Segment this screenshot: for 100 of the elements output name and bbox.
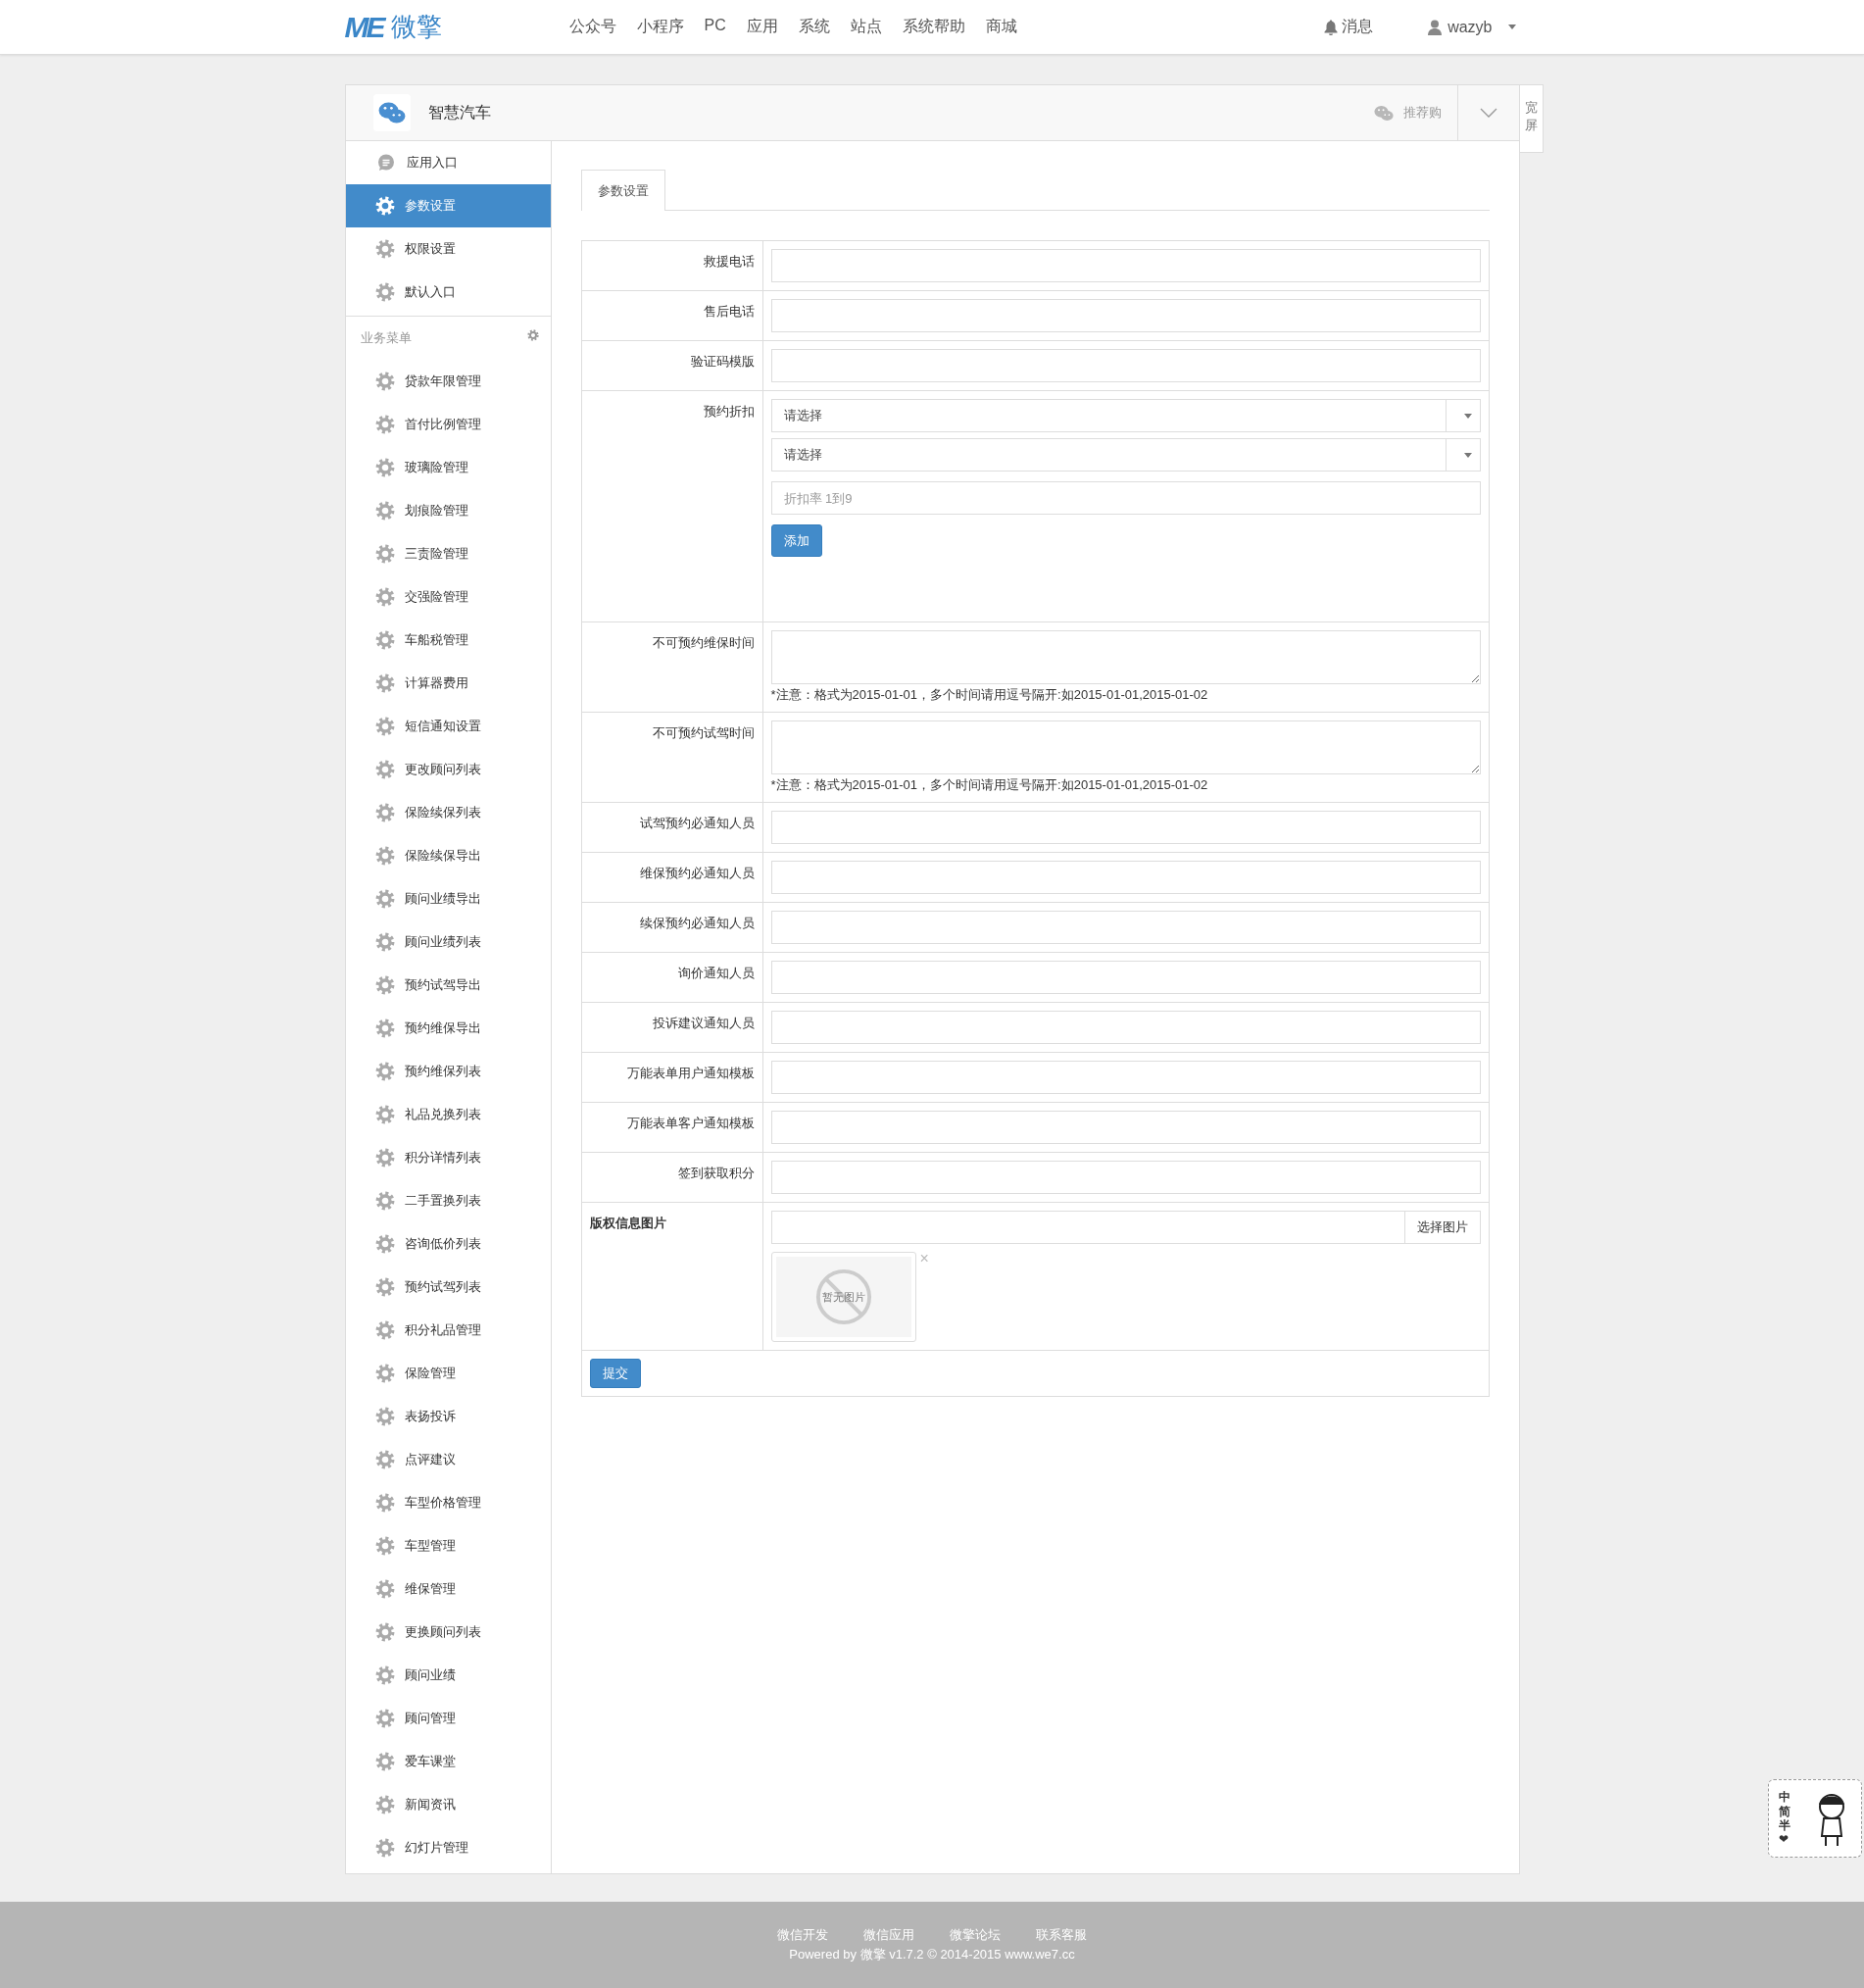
- field-label: 询价通知人员: [581, 953, 763, 1002]
- sidebar-item[interactable]: 权限设置: [345, 227, 551, 271]
- nav-link[interactable]: 小程序: [636, 17, 684, 37]
- caret-icon: [1463, 413, 1472, 419]
- sidebar-item[interactable]: 表扬投诉: [345, 1395, 551, 1438]
- nav-link[interactable]: 系统帮助: [902, 17, 965, 37]
- gear-icon: [374, 1752, 395, 1771]
- input-field[interactable]: [770, 249, 1481, 282]
- sidebar-item[interactable]: 新闻资讯: [345, 1783, 551, 1826]
- sidebar-item[interactable]: 幻灯片管理: [345, 1826, 551, 1869]
- chat-bubbles-icon: [1373, 104, 1394, 122]
- sidebar-item[interactable]: 贷款年限管理: [345, 360, 551, 403]
- input-field[interactable]: 折扣率 1到9: [770, 481, 1481, 515]
- sidebar-item[interactable]: 点评建议: [345, 1438, 551, 1481]
- sidebar-item[interactable]: 保险续保导出: [345, 834, 551, 877]
- gear-icon: [374, 1579, 395, 1599]
- hint-text: *注意：格式为2015-01-01，多个时间请用逗号隔开:如2015-01-01,2015-01-02: [770, 686, 1209, 704]
- text-area[interactable]: [770, 721, 1481, 774]
- sidebar-item[interactable]: 礼品兑换列表: [345, 1093, 551, 1136]
- sidebar-item[interactable]: 预约维保列表: [345, 1050, 551, 1093]
- sidebar-item[interactable]: 预约试驾导出: [345, 964, 551, 1007]
- input-field[interactable]: [770, 1161, 1481, 1194]
- sidebar-item[interactable]: 车型价格管理: [345, 1481, 551, 1524]
- sidebar-item[interactable]: 顾问业绩列表: [345, 920, 551, 964]
- sidebar-item[interactable]: 咨询低价列表: [345, 1222, 551, 1266]
- sidebar-item[interactable]: 二手置换列表: [345, 1179, 551, 1222]
- gear-icon: [374, 803, 395, 822]
- select-field[interactable]: 请选择: [770, 399, 1481, 432]
- select-field[interactable]: 请选择: [770, 438, 1481, 472]
- input-field[interactable]: [770, 861, 1481, 894]
- sidebar-item[interactable]: 应用入口: [345, 141, 551, 184]
- sidebar-item[interactable]: 划痕险管理: [345, 489, 551, 532]
- sidebar-item[interactable]: 保险管理: [345, 1352, 551, 1395]
- input-field[interactable]: [770, 961, 1481, 994]
- messages-link[interactable]: 消息: [1324, 17, 1374, 37]
- sidebar-item[interactable]: 默认入口: [345, 271, 551, 314]
- gear-icon: [374, 239, 395, 259]
- input-field[interactable]: [770, 1011, 1481, 1044]
- chat-icon: [376, 154, 395, 172]
- sidebar-item[interactable]: 首付比例管理: [345, 403, 551, 446]
- gear-icon: [374, 1838, 395, 1858]
- sidebar-item[interactable]: 车型管理: [345, 1524, 551, 1567]
- user-menu[interactable]: wazyb: [1428, 18, 1516, 36]
- logo[interactable]: ME 微擎: [344, 10, 442, 44]
- hint-text: *注意：格式为2015-01-01，多个时间请用逗号隔开:如2015-01-01,2015-01-02: [770, 776, 1209, 794]
- gear-icon: [374, 501, 395, 521]
- gear-icon: [374, 1795, 395, 1814]
- tab[interactable]: 参数设置: [580, 170, 665, 211]
- sidebar-item[interactable]: 交强险管理: [345, 575, 551, 619]
- no-image-icon: [814, 1268, 872, 1325]
- sidebar-item[interactable]: 顾问业绩导出: [345, 877, 551, 920]
- nav-link[interactable]: PC: [704, 17, 726, 37]
- gear-icon: [374, 673, 395, 693]
- field-label: 签到获取积分: [581, 1153, 763, 1202]
- sidebar-item[interactable]: 计算器费用: [345, 662, 551, 705]
- sidebar-item[interactable]: 爱车课堂: [345, 1740, 551, 1783]
- sidebar-item[interactable]: 维保管理: [345, 1567, 551, 1611]
- gear-icon: [374, 1277, 395, 1297]
- input-field[interactable]: [770, 299, 1481, 332]
- sidebar-item[interactable]: 车船税管理: [345, 619, 551, 662]
- sidebar-item[interactable]: 顾问管理: [345, 1697, 551, 1740]
- sidebar-item[interactable]: 保险续保列表: [345, 791, 551, 834]
- gear-icon: [374, 282, 395, 302]
- section-title: 业务菜单: [360, 329, 412, 347]
- input-field[interactable]: [770, 811, 1481, 844]
- input-field[interactable]: [770, 1061, 1481, 1094]
- sidebar-item[interactable]: 积分礼品管理: [345, 1309, 551, 1352]
- nav-link[interactable]: 商城: [985, 17, 1017, 37]
- sidebar-item[interactable]: 预约维保导出: [345, 1007, 551, 1050]
- input-field[interactable]: [770, 1111, 1481, 1144]
- gear-icon: [374, 1364, 395, 1383]
- nav-link[interactable]: 公众号: [568, 17, 616, 37]
- gear-icon: [374, 1407, 395, 1426]
- sidebar-item[interactable]: 更换顾问列表: [345, 1611, 551, 1654]
- sidebar-item[interactable]: 短信通知设置: [345, 705, 551, 748]
- sidebar-item[interactable]: 积分详情列表: [345, 1136, 551, 1179]
- input-field[interactable]: [770, 911, 1481, 944]
- gear-icon: [374, 1062, 395, 1081]
- nav-link[interactable]: 系统: [798, 17, 830, 37]
- gear-icon: [374, 1148, 395, 1168]
- gear-icon: [374, 717, 395, 736]
- text-area[interactable]: [770, 630, 1481, 684]
- nav-link[interactable]: 应用: [746, 17, 778, 37]
- placeholder-text: 暂无图片: [821, 1289, 865, 1305]
- gear-icon: [374, 372, 395, 391]
- gear-icon: [374, 415, 395, 434]
- nav-link[interactable]: 站点: [850, 17, 882, 37]
- sidebar-item[interactable]: 预约试驾列表: [345, 1266, 551, 1309]
- input-method-widget[interactable]: 中 简 半 ❤: [1768, 1779, 1862, 1858]
- add-button[interactable]: 添加: [770, 524, 822, 557]
- widescreen-tab[interactable]: 宽屏: [1519, 84, 1544, 153]
- sidebar-item[interactable]: 顾问业绩: [345, 1654, 551, 1697]
- submit-button[interactable]: 提交: [589, 1359, 641, 1388]
- field-label: 万能表单客户通知模板: [581, 1103, 763, 1152]
- sidebar-item[interactable]: 更改顾问列表: [345, 748, 551, 791]
- sidebar-item[interactable]: 三责险管理: [345, 532, 551, 575]
- chat-bubbles-icon: [377, 101, 406, 124]
- input-field[interactable]: [770, 349, 1481, 382]
- sidebar-item[interactable]: 参数设置: [345, 184, 551, 227]
- sidebar-item[interactable]: 玻璃险管理: [345, 446, 551, 489]
